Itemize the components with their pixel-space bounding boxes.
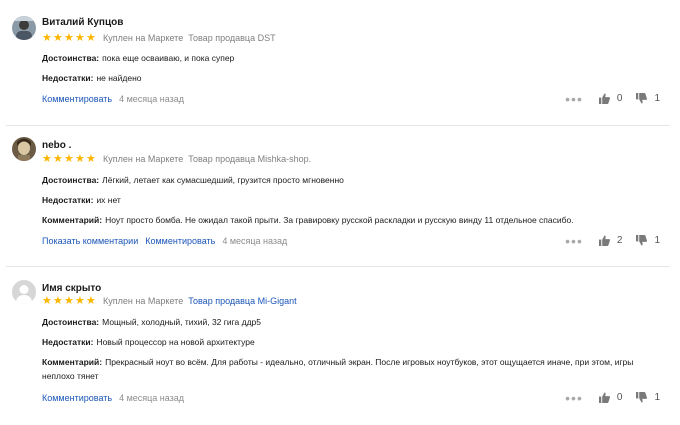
star-icon: ★ <box>42 152 52 165</box>
thumb-down-icon[interactable] <box>636 235 648 246</box>
pros-label: Достоинства: <box>42 317 100 327</box>
cons-label: Недостатки: <box>42 73 94 83</box>
more-dots-icon[interactable]: ••• <box>565 391 583 405</box>
rating-stars: ★ ★ ★ ★ ★ <box>42 294 97 307</box>
vote-actions: ••• 2 1 <box>565 234 660 248</box>
divider <box>6 125 670 126</box>
avatar[interactable] <box>12 280 36 304</box>
avatar[interactable] <box>12 16 36 40</box>
purchase-badge: Куплен на Маркете <box>103 154 184 164</box>
comment-label: Комментарий: <box>42 215 103 225</box>
comment-text: Прекрасный ноут во всём. Для работы - ид… <box>42 357 634 381</box>
seller-label: Товар продавца DST <box>188 33 276 43</box>
dislike-count: 1 <box>654 235 660 246</box>
thumb-down-icon[interactable] <box>636 392 648 403</box>
review-footer: Показать комментарии Комментировать 4 ме… <box>42 236 287 246</box>
pros-text: пока еще осваиваю, и пока супер <box>102 53 235 63</box>
cons-text: их нет <box>96 195 121 205</box>
thumb-down-icon[interactable] <box>636 93 648 104</box>
thumb-up-icon[interactable] <box>598 93 610 104</box>
comment-link[interactable]: Комментировать <box>145 236 215 246</box>
pros-label: Достоинства: <box>42 53 100 63</box>
divider <box>6 266 670 267</box>
rating-stars: ★ ★ ★ ★ ★ <box>42 152 97 165</box>
thumb-up-icon[interactable] <box>598 392 610 403</box>
cons-text: не найдено <box>96 73 142 83</box>
comment-link[interactable]: Комментировать <box>42 393 112 403</box>
thumb-up-icon[interactable] <box>598 235 610 246</box>
pros-text: Лёгкий, летает как сумасшедший, грузится… <box>102 175 344 185</box>
review-meta: ★ ★ ★ ★ ★ Куплен на Маркете Товар продавца D… <box>42 32 276 44</box>
more-dots-icon[interactable]: ••• <box>565 234 583 248</box>
author-name[interactable]: nebo . <box>42 140 71 151</box>
cons-field: Недостатки: Новый процессор на новой архи… <box>42 335 662 349</box>
review-footer: Комментировать 4 месяца назад <box>42 94 184 104</box>
review-meta: ★ ★ ★ ★ ★ Куплен на Маркете Товар продавца M… <box>42 295 297 307</box>
show-comments-link[interactable]: Показать комментарии <box>42 236 138 246</box>
cons-text: Новый процессор на новой архитектуре <box>96 337 255 347</box>
comment-text: Ноут просто бомба. Не ожидал такой прыти… <box>105 215 574 225</box>
pros-text: Мощный, холодный, тихий, 32 гига ддр5 <box>102 317 261 327</box>
star-icon: ★ <box>86 152 96 165</box>
star-icon: ★ <box>53 294 63 307</box>
review-date: 4 месяца назад <box>222 236 288 246</box>
pros-field: Достоинства: Лёгкий, летает как сумасшедш… <box>42 173 662 187</box>
seller-link[interactable]: Товар продавца Mi-Gigant <box>188 296 296 306</box>
cons-label: Недостатки: <box>42 195 94 205</box>
comment-label: Комментарий: <box>42 357 103 367</box>
like-count: 0 <box>616 93 623 104</box>
like-count: 2 <box>616 235 623 246</box>
star-icon: ★ <box>53 31 63 44</box>
review-date: 4 месяца назад <box>119 94 185 104</box>
star-icon: ★ <box>75 294 85 307</box>
comment-link[interactable]: Комментировать <box>42 94 112 104</box>
pros-field: Достоинства: пока еще осваиваю, и пока су… <box>42 51 662 65</box>
star-icon: ★ <box>64 152 74 165</box>
star-icon: ★ <box>86 31 96 44</box>
author-name[interactable]: Виталий Купцов <box>42 17 123 28</box>
star-icon: ★ <box>75 152 85 165</box>
star-icon: ★ <box>64 294 74 307</box>
star-icon: ★ <box>53 152 63 165</box>
comment-field: Комментарий: Ноут просто бомба. Не ожидал… <box>42 213 662 227</box>
cons-label: Недостатки: <box>42 337 94 347</box>
more-dots-icon[interactable]: ••• <box>565 92 583 106</box>
author-name[interactable]: Имя скрыто <box>42 283 101 294</box>
dislike-count: 1 <box>654 392 660 403</box>
rating-stars: ★ ★ ★ ★ ★ <box>42 31 97 44</box>
review-date: 4 месяца назад <box>119 393 185 403</box>
review-footer: Комментировать 4 месяца назад <box>42 393 184 403</box>
avatar[interactable] <box>12 137 36 161</box>
star-icon: ★ <box>64 31 74 44</box>
star-icon: ★ <box>86 294 96 307</box>
star-icon: ★ <box>75 31 85 44</box>
pros-field: Достоинства: Мощный, холодный, тихий, 32 … <box>42 315 662 329</box>
star-icon: ★ <box>42 294 52 307</box>
pros-label: Достоинства: <box>42 175 100 185</box>
purchase-badge: Куплен на Маркете <box>103 296 184 306</box>
purchase-badge: Куплен на Маркете <box>103 33 184 43</box>
like-count: 0 <box>616 392 623 403</box>
vote-actions: ••• 0 1 <box>565 391 660 405</box>
vote-actions: ••• 0 1 <box>565 92 660 106</box>
seller-label: Товар продавца Mishka-shop. <box>188 154 312 164</box>
review-meta: ★ ★ ★ ★ ★ Куплен на Маркете Товар продавца M… <box>42 153 311 165</box>
cons-field: Недостатки: не найдено <box>42 71 662 85</box>
comment-field: Комментарий: Прекрасный ноут во всём. Для… <box>42 355 662 383</box>
dislike-count: 1 <box>654 93 660 104</box>
cons-field: Недостатки: их нет <box>42 193 662 207</box>
star-icon: ★ <box>42 31 52 44</box>
